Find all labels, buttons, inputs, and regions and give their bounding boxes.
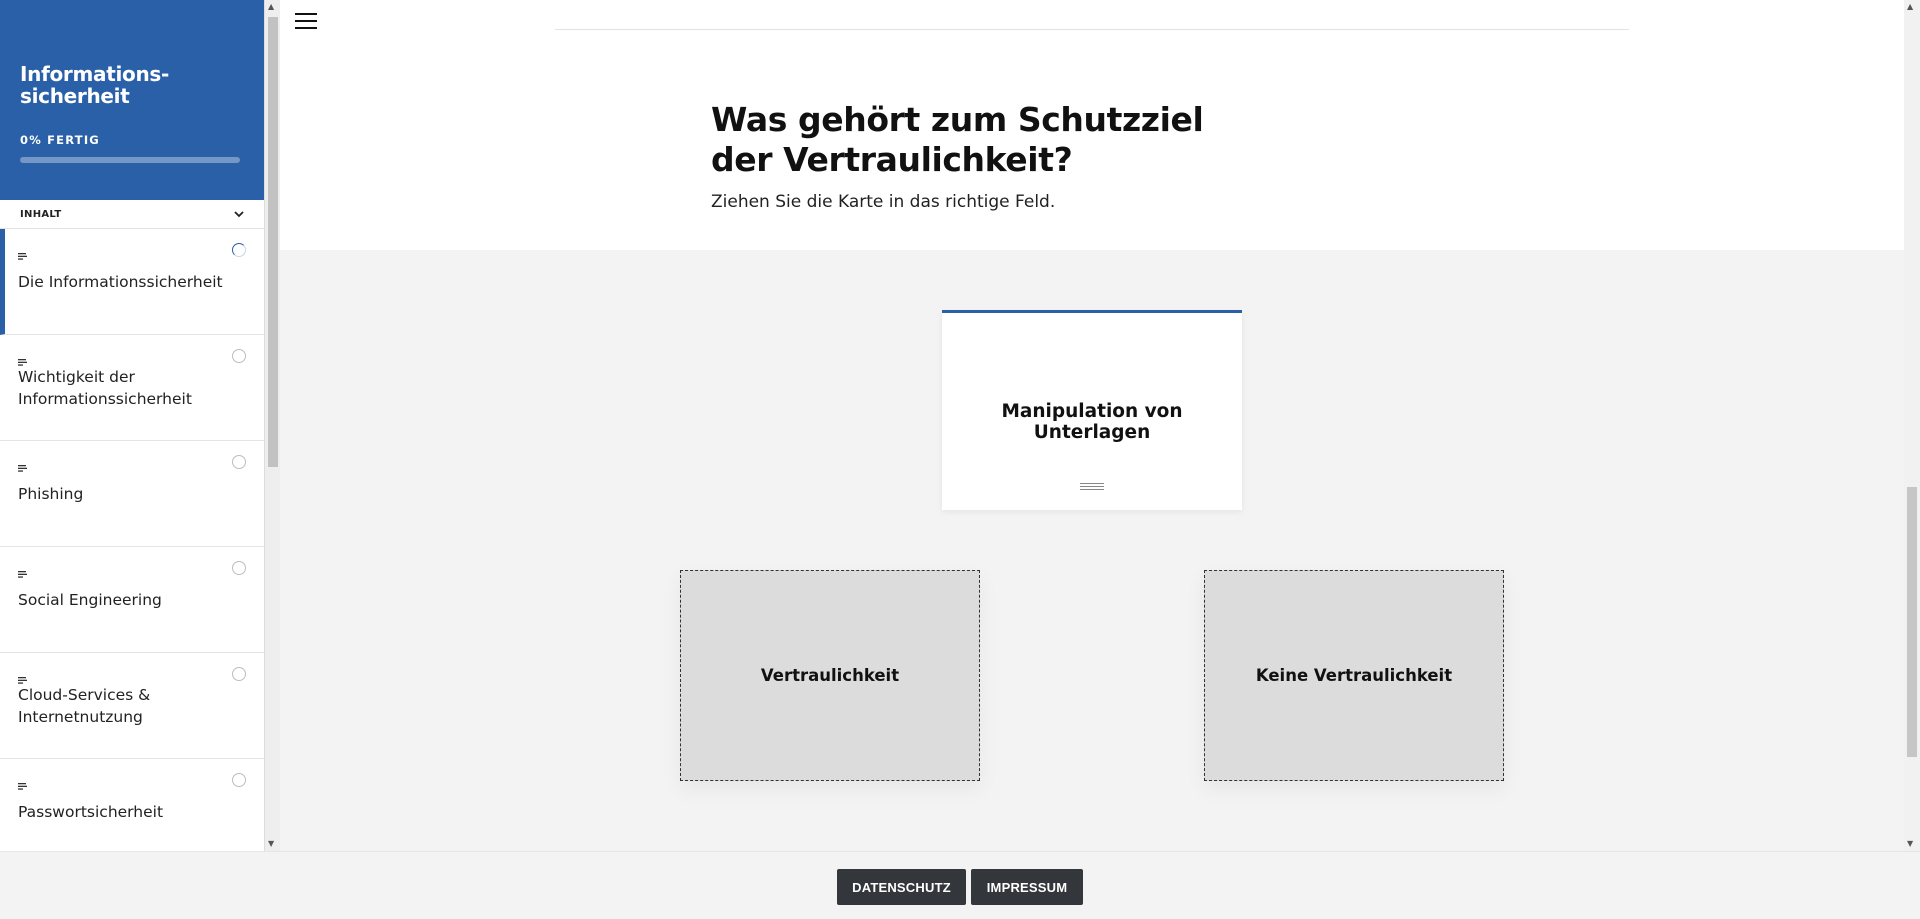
chevron-down-icon[interactable] bbox=[234, 210, 244, 218]
lesson-item[interactable]: Social Engineering bbox=[0, 547, 264, 653]
datenschutz-button[interactable]: DATENSCHUTZ bbox=[837, 869, 966, 905]
main-scrollbar-thumb[interactable] bbox=[1907, 487, 1917, 757]
sidebar-scrollbar[interactable]: ▲ ▼ bbox=[264, 0, 280, 851]
lesson-list: Die Informationssicherheit Wichtigkeit de… bbox=[0, 229, 264, 851]
impressum-button[interactable]: IMPRESSUM bbox=[971, 869, 1083, 905]
course-header: Informations-sicherheit 0% FERTIG bbox=[0, 0, 264, 200]
drop-zone-vertraulichkeit[interactable]: Vertraulichkeit bbox=[680, 570, 980, 781]
toc-label: INHALT bbox=[20, 208, 62, 220]
lesson-title: Cloud-Services & Internetnutzung bbox=[18, 685, 151, 726]
drop-zone-label: Keine Vertraulichkeit bbox=[1255, 666, 1453, 685]
main-scrollbar[interactable]: ▲ ▼ bbox=[1904, 0, 1920, 851]
lesson-item[interactable]: Cloud-Services & Internetnutzung bbox=[0, 653, 264, 759]
progress-bar bbox=[20, 157, 240, 163]
footer: DATENSCHUTZ IMPRESSUM bbox=[0, 851, 1920, 919]
lesson-title: Social Engineering bbox=[18, 590, 162, 609]
drop-zone-label: Vertraulichkeit bbox=[760, 666, 900, 685]
drag-card-text: Manipulation von Unterlagen bbox=[1001, 401, 1183, 443]
drop-zone-keine-vertraulichkeit[interactable]: Keine Vertraulichkeit bbox=[1204, 570, 1504, 781]
toc-toggle[interactable]: INHALT bbox=[0, 200, 264, 229]
divider bbox=[555, 29, 1629, 30]
scroll-down-arrow-icon[interactable]: ▼ bbox=[268, 840, 274, 848]
lesson-item[interactable]: Die Informationssicherheit bbox=[0, 229, 264, 335]
scroll-up-arrow-icon[interactable]: ▲ bbox=[268, 3, 274, 11]
lesson-item[interactable]: Phishing bbox=[0, 441, 264, 547]
question-title: Was gehört zum Schutzziel der Vertraulic… bbox=[711, 100, 1204, 179]
lesson-title: Wichtigkeit der Informationssicherheit bbox=[18, 367, 192, 408]
lesson-title: Die Informationssicherheit bbox=[18, 272, 223, 291]
sidebar: Informations-sicherheit 0% FERTIG INHALT… bbox=[0, 0, 264, 851]
lesson-item[interactable]: Wichtigkeit der Informationssicherheit bbox=[0, 335, 264, 441]
question-hint: Ziehen Sie die Karte in das richtige Fel… bbox=[711, 192, 1056, 212]
progress-label: 0% FERTIG bbox=[20, 133, 100, 147]
lesson-item[interactable]: Passwortsicherheit bbox=[0, 759, 264, 851]
main-content: Was gehört zum Schutzziel der Vertraulic… bbox=[280, 0, 1904, 851]
lesson-title: Passwortsicherheit bbox=[18, 802, 164, 821]
drag-card[interactable]: Manipulation von Unterlagen bbox=[942, 310, 1242, 510]
drag-handle-icon[interactable] bbox=[1080, 483, 1104, 492]
question-panel: Was gehört zum Schutzziel der Vertraulic… bbox=[280, 0, 1904, 250]
sidebar-scrollbar-thumb[interactable] bbox=[268, 17, 278, 467]
course-title: Informations-sicherheit bbox=[20, 62, 170, 108]
lesson-title: Phishing bbox=[18, 484, 84, 503]
scroll-up-arrow-icon[interactable]: ▲ bbox=[1907, 3, 1913, 11]
hamburger-menu-icon[interactable] bbox=[295, 13, 317, 31]
scroll-down-arrow-icon[interactable]: ▼ bbox=[1907, 840, 1913, 848]
